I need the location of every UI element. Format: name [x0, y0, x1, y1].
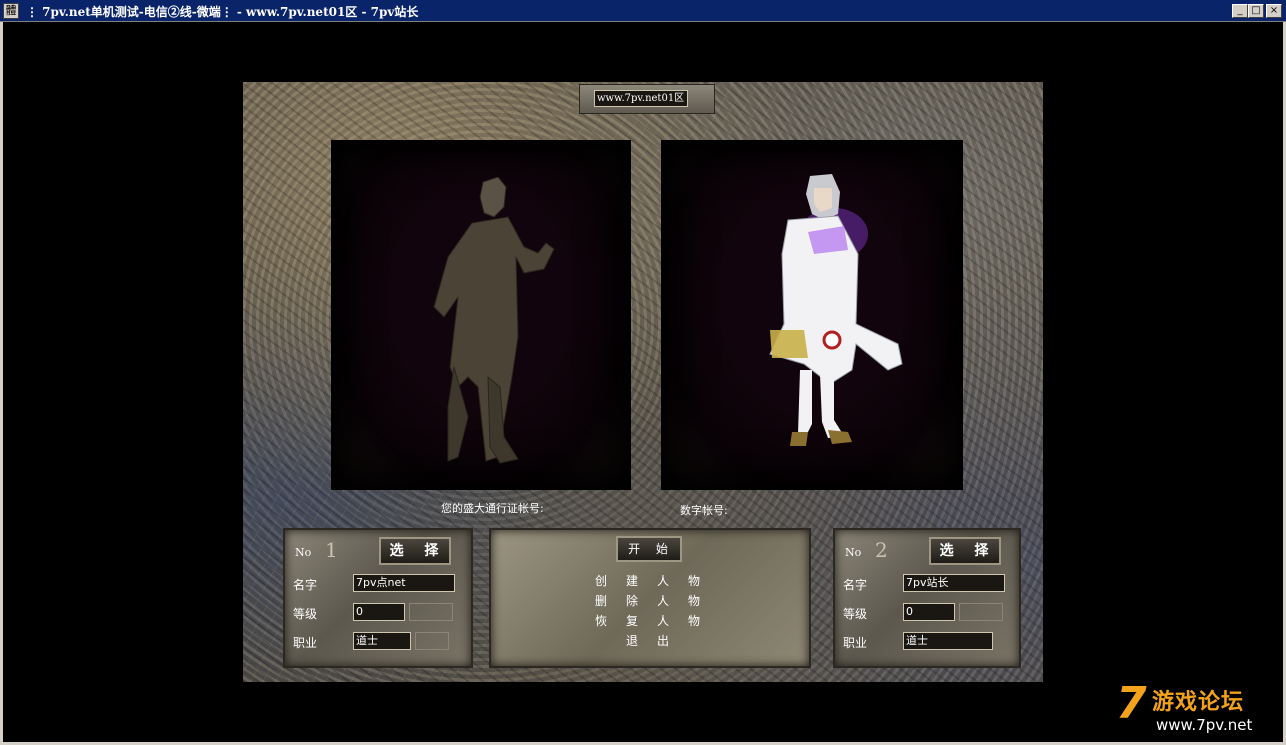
slot-1-name-label: 名字 [293, 578, 318, 592]
server-name-plate: www.7pv.net01区 [579, 84, 715, 114]
exit-button[interactable]: 退出 [626, 632, 688, 649]
slot-1-number: 1 [325, 538, 338, 562]
slot-1-name-field: 7pv点net [353, 574, 455, 592]
window-title: ⋮ 7pv.net单机测试-电信②线-微端⋮ - www.7pv.net01区 … [26, 5, 419, 19]
restore-character-button[interactable]: 恢复人物 [595, 612, 719, 629]
passport-account-label: 您的盛大通行证帐号: [441, 502, 544, 515]
numeric-account-label: 数字帐号: [680, 504, 728, 517]
slot-2-number: 2 [875, 538, 888, 562]
maximize-button[interactable]: □ [1248, 4, 1264, 18]
select-character-2-button[interactable]: 选 择 [929, 537, 1001, 565]
character-1-figure[interactable] [428, 177, 568, 467]
slot-2-name-field: 7pv站长 [903, 574, 1005, 592]
character-slot-1-panel: No 1 选 择 名字 7pv点net 等级 0 职业 道士 [283, 528, 473, 668]
slot-2-name-label: 名字 [843, 578, 868, 592]
delete-character-button[interactable]: 删除人物 [595, 592, 719, 609]
slot-1-level-label: 等级 [293, 607, 318, 621]
slot-2-no-label: No [845, 546, 862, 559]
character-select-screen: www.7pv.net01区 您的盛大通行证帐号: 数字帐号: No 1 选 择… [243, 82, 1043, 682]
slot-2-level-field: 0 [903, 603, 955, 621]
server-name: www.7pv.net01区 [594, 90, 688, 107]
main-menu-panel: 开 始 创建人物 删除人物 恢复人物 退出 [489, 528, 811, 668]
slot-1-no-label: No [295, 546, 312, 559]
close-button[interactable]: × [1266, 4, 1282, 18]
slot-2-level-blank [959, 603, 1003, 621]
slot-2-class-label: 职业 [843, 636, 868, 650]
select-character-1-button[interactable]: 选 择 [379, 537, 451, 565]
minimize-button[interactable]: _ [1232, 4, 1248, 18]
site-watermark-logo: 7 游戏论坛 www.7pv.net [1116, 678, 1276, 740]
slot-1-class-field: 道士 [353, 632, 411, 650]
slot-2-class-field: 道士 [903, 632, 993, 650]
slot-1-level-field: 0 [353, 603, 405, 621]
watermark-digit: 7 [1116, 678, 1147, 729]
start-game-button[interactable]: 开 始 [616, 536, 682, 562]
watermark-url: www.7pv.net [1156, 716, 1253, 734]
app-icon[interactable]: 體 [3, 3, 19, 19]
character-slot-2-panel: No 2 选 择 名字 7pv站长 等级 0 职业 道士 [833, 528, 1021, 668]
slot-1-level-blank [409, 603, 453, 621]
slot-2-level-label: 等级 [843, 607, 868, 621]
character-2-figure[interactable] [748, 174, 908, 464]
watermark-text: 游戏论坛 [1152, 690, 1245, 715]
slot-1-class-label: 职业 [293, 636, 318, 650]
create-character-button[interactable]: 创建人物 [595, 572, 719, 589]
slot-1-class-blank [415, 632, 449, 650]
window-title-bar[interactable]: 體 ⋮ 7pv.net单机测试-电信②线-微端⋮ - www.7pv.net01… [0, 0, 1286, 22]
